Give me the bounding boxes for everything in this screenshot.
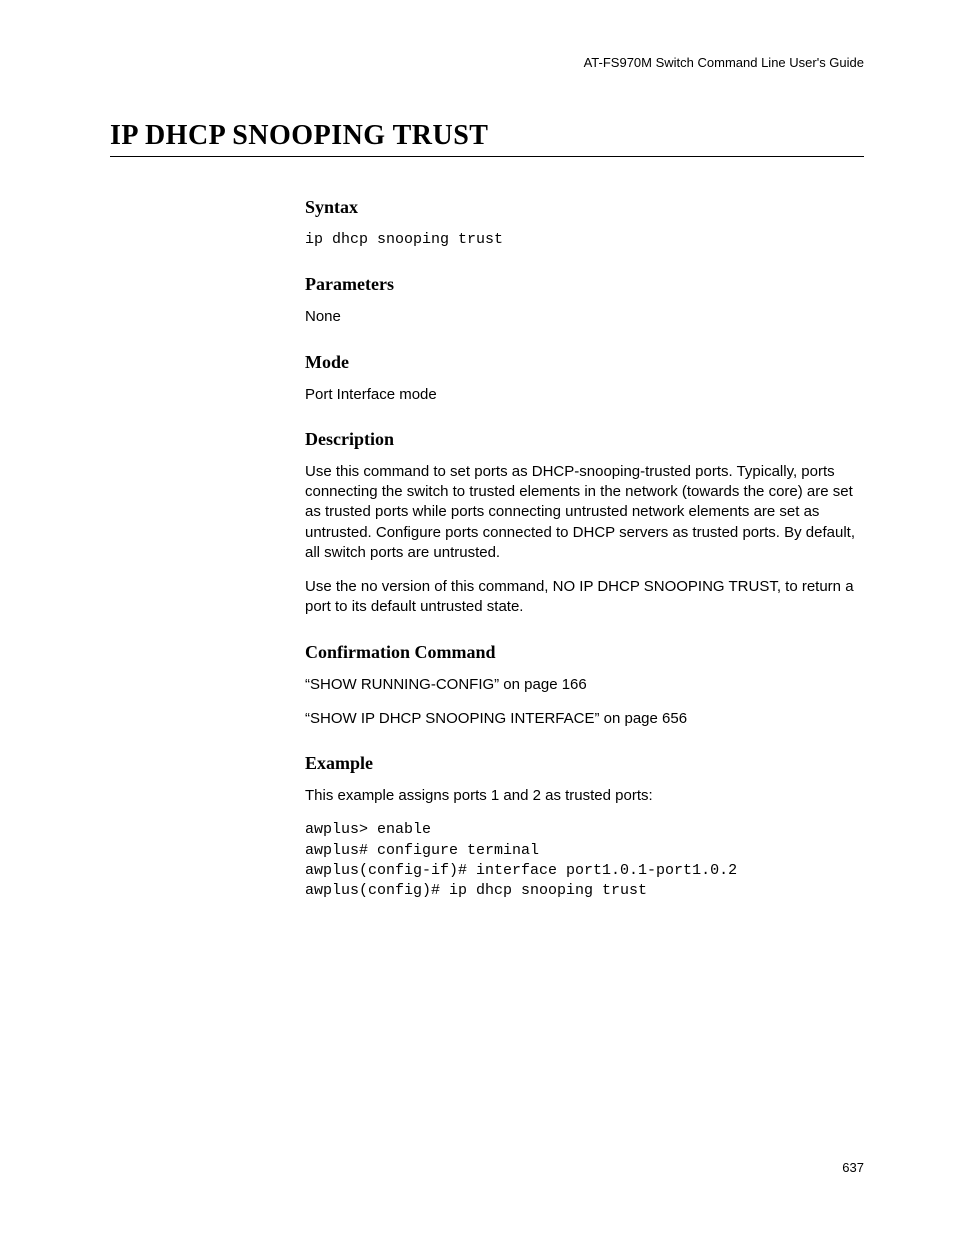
parameters-heading: Parameters — [305, 274, 864, 295]
mode-text: Port Interface mode — [305, 385, 864, 405]
description-heading: Description — [305, 429, 864, 450]
example-code: awplus> enable awplus# configure termina… — [305, 820, 864, 901]
confirmation-p2: “SHOW IP DHCP SNOOPING INTERFACE” on pag… — [305, 709, 864, 729]
content-block: Syntax ip dhcp snooping trust Parameters… — [305, 197, 864, 901]
page-container: AT-FS970M Switch Command Line User's Gui… — [0, 0, 954, 1235]
example-intro: This example assigns ports 1 and 2 as tr… — [305, 786, 864, 806]
description-p2: Use the no version of this command, NO I… — [305, 577, 864, 618]
parameters-text: None — [305, 307, 864, 327]
running-header: AT-FS970M Switch Command Line User's Gui… — [110, 55, 864, 70]
confirmation-heading: Confirmation Command — [305, 642, 864, 663]
title-rule — [110, 156, 864, 157]
command-title: IP DHCP SNOOPING TRUST — [110, 120, 864, 152]
confirmation-p1: “SHOW RUNNING-CONFIG” on page 166 — [305, 675, 864, 695]
description-p1: Use this command to set ports as DHCP-sn… — [305, 462, 864, 563]
example-heading: Example — [305, 753, 864, 774]
page-number: 637 — [842, 1160, 864, 1175]
syntax-code: ip dhcp snooping trust — [305, 230, 864, 250]
syntax-heading: Syntax — [305, 197, 864, 218]
mode-heading: Mode — [305, 352, 864, 373]
